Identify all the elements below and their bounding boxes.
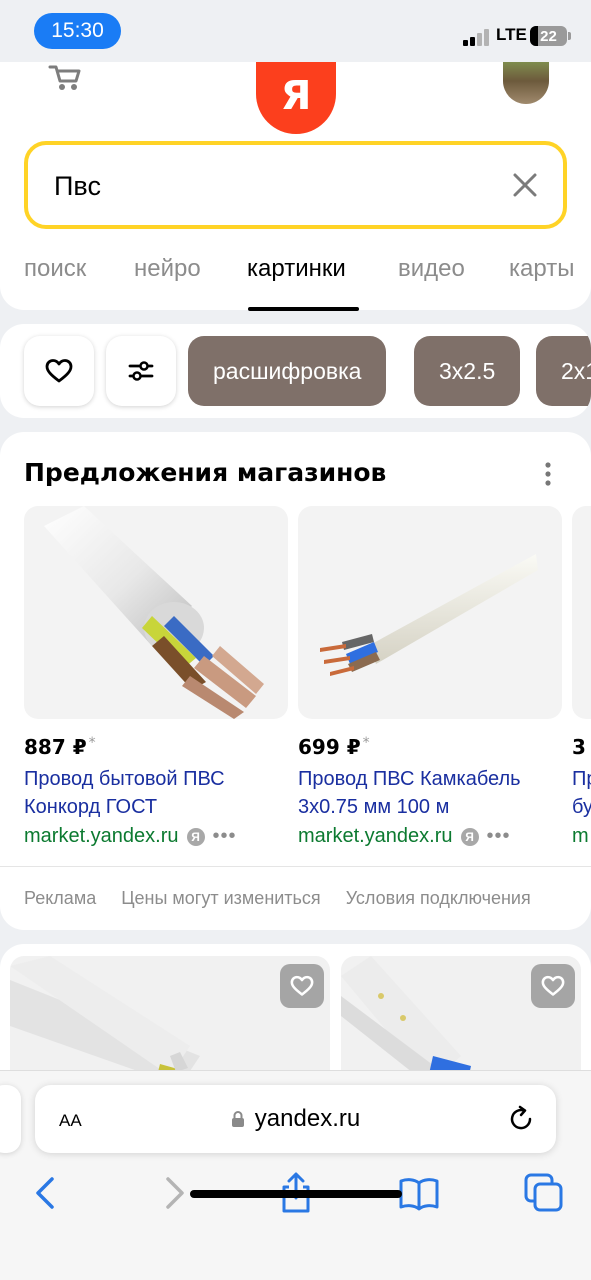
shop-link[interactable]: market.yandex.ru — [298, 825, 453, 848]
home-indicator[interactable] — [190, 1190, 402, 1198]
shop-line: m — [572, 825, 591, 848]
back-button[interactable] — [24, 1171, 68, 1215]
product-price: 699 ₽ * — [298, 735, 562, 759]
chip-3x2-5[interactable]: 3х2.5 — [414, 336, 521, 406]
search-input[interactable]: Пвс — [24, 141, 567, 229]
chevron-left-icon — [36, 1177, 54, 1209]
offers-title: Предложения магазинов — [24, 458, 387, 487]
product-image[interactable] — [572, 506, 591, 719]
chip-2x1[interactable]: 2х1 — [536, 336, 591, 406]
product-title[interactable]: Пр бу — [572, 765, 591, 821]
status-bar: 15:30 LTE 22 — [0, 0, 591, 62]
cellular-signal-icon — [463, 28, 493, 46]
filters-button[interactable] — [106, 336, 176, 406]
shop-link[interactable]: market.yandex.ru — [24, 825, 179, 848]
tab-search[interactable]: поиск — [24, 255, 86, 283]
close-icon — [513, 173, 537, 197]
yandex-badge-icon: Я — [186, 827, 205, 846]
product-card[interactable]: 887 ₽ * Провод бытовой ПВС Конкорд ГОСТ m… — [24, 506, 288, 848]
chip-decoding[interactable]: расшифровка — [188, 336, 387, 406]
divider — [0, 866, 591, 867]
tabs-button[interactable] — [522, 1171, 566, 1215]
sliders-icon — [128, 361, 154, 381]
price-value: 887 ₽ — [24, 735, 87, 759]
search-tabs: поиск нейро картинки видео карты — [0, 255, 591, 311]
product-price: 887 ₽ * — [24, 735, 288, 759]
product-image[interactable] — [298, 506, 562, 719]
bookmarks-button[interactable] — [397, 1171, 441, 1215]
heart-icon — [541, 975, 565, 996]
battery-tip — [568, 32, 571, 40]
product-card[interactable]: 699 ₽ * Провод ПВС Камкабель 3х0.75 мм 10… — [298, 506, 562, 848]
browser-toolbar: AA yandex.ru — [0, 1070, 591, 1280]
product-title[interactable]: Провод бытовой ПВС Конкорд ГОСТ — [24, 765, 288, 821]
favorite-button[interactable] — [280, 964, 324, 1008]
clear-search-button[interactable] — [509, 169, 541, 201]
lock-icon — [231, 1107, 245, 1127]
cart-icon[interactable] — [48, 64, 84, 96]
filter-chips: расшифровка 3х2.5 2х1 — [0, 324, 591, 418]
price-note-asterisk: * — [362, 735, 370, 751]
terms-link[interactable]: Условия подключения — [346, 888, 531, 908]
url-text: yandex.ru — [254, 1105, 361, 1132]
yandex-logo[interactable]: Я — [256, 62, 336, 134]
url-field[interactable]: yandex.ru — [35, 1105, 556, 1133]
heart-icon — [290, 975, 314, 996]
ad-label[interactable]: Реклама — [24, 888, 96, 908]
tab-maps[interactable]: карты — [509, 255, 574, 283]
battery-percent: 22 — [540, 27, 557, 45]
favorites-button[interactable] — [24, 336, 94, 406]
product-price: 3 — [572, 735, 586, 759]
shop-line: market.yandex.ru Я ••• — [24, 825, 288, 848]
search-header: Я Пвс поиск нейро картинки видео карты — [0, 62, 591, 310]
more-horizontal-icon[interactable]: ••• — [487, 825, 511, 848]
more-horizontal-icon[interactable]: ••• — [213, 825, 237, 848]
offers-footer: Реклама Цены могут измениться Условия по… — [24, 888, 551, 909]
tab-images[interactable]: картинки — [247, 255, 346, 283]
yandex-badge-icon: Я — [460, 827, 479, 846]
status-time: 15:30 — [34, 13, 121, 49]
more-options-icon[interactable] — [540, 460, 556, 488]
logo-letter: Я — [280, 73, 312, 119]
product-image[interactable] — [24, 506, 288, 719]
network-type: LTE — [496, 25, 527, 44]
active-tab-underline — [248, 307, 359, 311]
heart-icon — [45, 359, 73, 383]
search-query[interactable]: Пвс — [54, 171, 101, 202]
shop-link[interactable]: m — [572, 825, 589, 848]
product-title[interactable]: Провод ПВС Камкабель 3х0.75 мм 100 м — [298, 765, 562, 821]
address-bar[interactable]: AA yandex.ru — [35, 1085, 556, 1153]
price-value: 699 ₽ — [298, 735, 361, 759]
battery-icon: 22 — [530, 26, 567, 46]
previous-tab-preview[interactable] — [0, 1085, 21, 1153]
avatar[interactable] — [503, 62, 549, 104]
tab-neuro[interactable]: нейро — [134, 255, 201, 283]
shop-line: market.yandex.ru Я ••• — [298, 825, 562, 848]
product-card[interactable]: 3 Пр бу m — [572, 506, 591, 848]
tab-video[interactable]: видео — [398, 255, 465, 283]
reload-icon[interactable] — [506, 1104, 536, 1134]
prices-note: Цены могут измениться — [121, 888, 321, 908]
favorite-button[interactable] — [531, 964, 575, 1008]
tabs-icon — [524, 1173, 563, 1212]
book-icon — [399, 1178, 439, 1211]
price-note-asterisk: * — [88, 735, 96, 751]
shop-offers: Предложения магазинов 887 ₽ * Провод быт… — [0, 432, 591, 930]
